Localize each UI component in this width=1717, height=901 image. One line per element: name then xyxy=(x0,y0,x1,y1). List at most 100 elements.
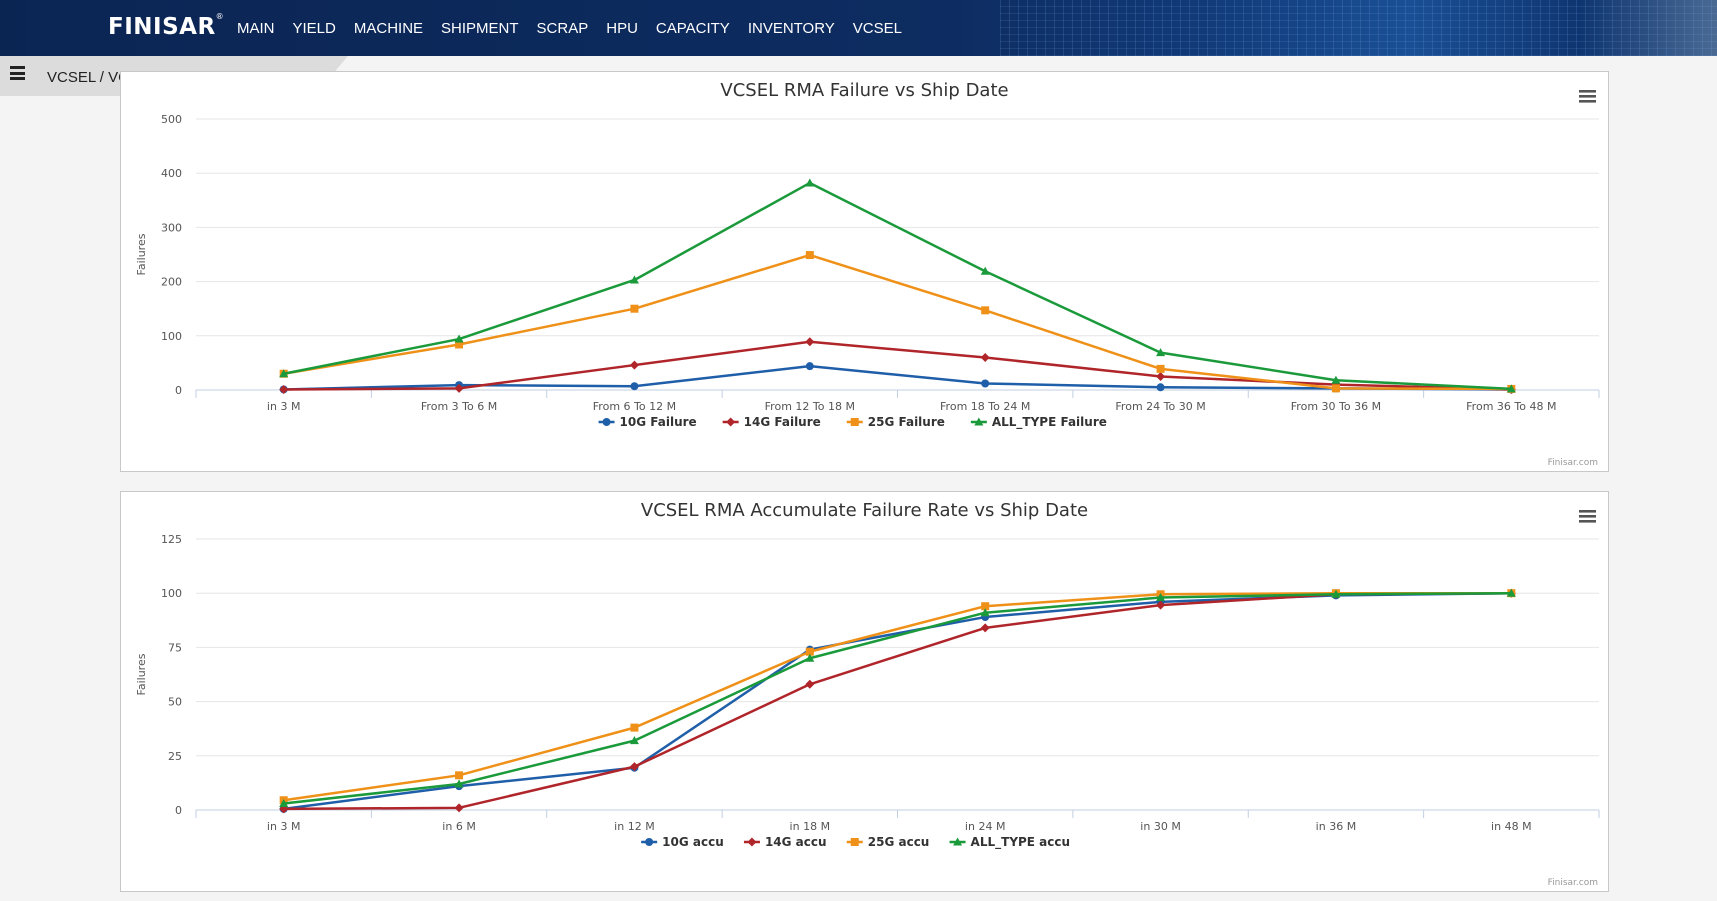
data-point-10g-failure[interactable] xyxy=(981,379,990,388)
y-tick-label: 0 xyxy=(175,804,182,817)
y-axis-label: Failures xyxy=(135,653,148,695)
data-point-14g-failure[interactable] xyxy=(980,352,990,362)
legend-label: 10G Failure xyxy=(620,415,697,429)
chart-context-menu-icon[interactable] xyxy=(1579,90,1596,103)
data-point-14g-accu[interactable] xyxy=(805,679,815,689)
data-point-14g-failure[interactable] xyxy=(279,384,289,394)
menu-icon-bar xyxy=(1579,520,1596,523)
chart-panel-accumulate-failure-rate: VCSEL RMA Accumulate Failure Rate vs Shi… xyxy=(120,491,1609,892)
x-tick-label: From 3 To 6 M xyxy=(421,400,497,413)
menu-icon-bar xyxy=(1579,100,1596,103)
menu-icon-bar xyxy=(1579,510,1596,513)
data-point-10g-failure[interactable] xyxy=(805,362,814,371)
legend-item-25g-accu[interactable]: 25G accu xyxy=(846,835,930,849)
finisar-logo[interactable]: FINISAR® xyxy=(108,12,225,40)
x-tick-label: in 24 M xyxy=(965,820,1006,833)
credits-link[interactable]: Finisar.com xyxy=(1548,458,1598,468)
legend-item-10g-accu[interactable]: 10G accu xyxy=(641,835,724,849)
legend-marker-icon[interactable] xyxy=(726,417,736,427)
x-tick-label: in 36 M xyxy=(1316,820,1357,833)
nav-machine[interactable]: MACHINE xyxy=(354,20,423,37)
y-tick-label: 200 xyxy=(161,276,182,289)
legend-marker-icon[interactable] xyxy=(602,418,611,426)
data-point-25g-failure[interactable] xyxy=(630,304,639,313)
x-tick-label: in 48 M xyxy=(1491,820,1532,833)
nav-capacity[interactable]: CAPACITY xyxy=(656,20,730,37)
credits-link[interactable]: Finisar.com xyxy=(1548,878,1598,888)
sidebar-toggle-menu-icon[interactable] xyxy=(10,66,25,80)
x-tick-label: in 30 M xyxy=(1140,820,1181,833)
x-tick-label: From 30 To 36 M xyxy=(1291,400,1381,413)
data-point-14g-accu[interactable] xyxy=(454,803,464,813)
x-tick-label: From 6 To 12 M xyxy=(593,400,676,413)
chart-panel-failure-vs-ship-date: VCSEL RMA Failure vs Ship Date 0 100 200 300… xyxy=(120,71,1609,472)
legend-item-all-type-failure[interactable]: ALL_TYPE Failure xyxy=(970,415,1107,430)
x-tick-label: in 12 M xyxy=(614,820,655,833)
chart-title: VCSEL RMA Accumulate Failure Rate vs Shi… xyxy=(641,500,1088,521)
y-tick-label: 50 xyxy=(168,696,182,709)
legend-item-14g-failure[interactable]: 14G Failure xyxy=(722,415,821,429)
series-line-25g-failure xyxy=(283,253,1512,391)
x-tick-label: From 24 To 30 M xyxy=(1115,400,1205,413)
x-tick-label: in 3 M xyxy=(267,400,301,413)
x-tick-label: in 3 M xyxy=(267,820,301,833)
legend-item-25g-failure[interactable]: 25G Failure xyxy=(846,415,945,429)
x-tick-label: From 12 To 18 M xyxy=(765,400,855,413)
legend-label: 14G Failure xyxy=(744,415,821,429)
series-25g-accu xyxy=(279,589,1516,805)
legend-label: 14G accu xyxy=(765,835,827,849)
series-10g-accu xyxy=(279,589,1516,813)
nav-inventory[interactable]: INVENTORY xyxy=(748,20,835,37)
y-tick-label: 100 xyxy=(161,330,182,343)
legend-item-all-type-accu[interactable]: ALL_TYPE accu xyxy=(949,835,1071,850)
y-tick-label: 25 xyxy=(168,750,182,763)
data-point-14g-accu[interactable] xyxy=(980,623,990,633)
legend-marker-icon[interactable] xyxy=(645,838,654,846)
data-point-10g-failure[interactable] xyxy=(630,382,639,391)
data-point-25g-failure[interactable] xyxy=(981,306,990,315)
x-tick-label: in 6 M xyxy=(442,820,476,833)
series-14g-accu xyxy=(279,588,1516,814)
data-point-14g-failure[interactable] xyxy=(1156,371,1166,381)
chart-context-menu-icon[interactable] xyxy=(1579,510,1596,523)
data-point-25g-accu[interactable] xyxy=(455,771,464,780)
series-line-25g-accu xyxy=(283,591,1512,802)
nav-main[interactable]: MAIN xyxy=(237,20,275,37)
legend-item-14g-accu[interactable]: 14G accu xyxy=(743,835,827,849)
legend-label: ALL_TYPE Failure xyxy=(992,415,1107,430)
nav-hpu[interactable]: HPU xyxy=(606,20,638,37)
nav-vcsel[interactable]: VCSEL xyxy=(853,20,902,37)
y-tick-label: 75 xyxy=(168,641,182,654)
menu-icon-bar xyxy=(1579,90,1596,93)
data-point-25g-accu[interactable] xyxy=(630,723,639,732)
legend-item-10g-failure[interactable]: 10G Failure xyxy=(598,415,697,429)
accumulate-failure-rate-chart: VCSEL RMA Accumulate Failure Rate vs Shi… xyxy=(135,500,1600,888)
data-point-14g-failure[interactable] xyxy=(629,360,639,370)
main-menu: MAIN YIELD MACHINE SHIPMENT SCRAP HPU CA… xyxy=(237,0,920,56)
legend-marker-icon[interactable] xyxy=(747,837,757,847)
x-tick-label: From 36 To 48 M xyxy=(1466,400,1556,413)
y-tick-label: 500 xyxy=(161,113,182,126)
legend-marker-icon[interactable] xyxy=(850,838,859,846)
nav-scrap[interactable]: SCRAP xyxy=(537,20,589,37)
nav-shipment[interactable]: SHIPMENT xyxy=(441,20,519,37)
legend-marker-icon[interactable] xyxy=(850,418,859,426)
data-point-25g-failure[interactable] xyxy=(805,251,814,260)
legend-label: 10G accu xyxy=(662,835,724,849)
data-point-25g-failure[interactable] xyxy=(1331,384,1340,393)
series-line-all-type-failure xyxy=(283,181,1512,391)
header-background-graphic xyxy=(1000,0,1717,56)
nav-yield[interactable]: YIELD xyxy=(293,20,336,37)
data-point-14g-failure[interactable] xyxy=(805,337,815,347)
menu-icon-bar xyxy=(1579,95,1596,98)
data-point-25g-failure[interactable] xyxy=(1156,364,1165,373)
x-tick-label: From 18 To 24 M xyxy=(940,400,1030,413)
logo-registered-mark: ® xyxy=(215,12,225,21)
y-tick-label: 300 xyxy=(161,221,182,234)
data-point-all-type-failure[interactable] xyxy=(805,178,815,187)
series-25g-failure xyxy=(279,251,1516,393)
series-line-14g-failure xyxy=(283,340,1512,391)
y-tick-label: 125 xyxy=(161,533,182,546)
legend-label: ALL_TYPE accu xyxy=(971,835,1071,850)
data-point-10g-failure[interactable] xyxy=(1156,383,1165,392)
